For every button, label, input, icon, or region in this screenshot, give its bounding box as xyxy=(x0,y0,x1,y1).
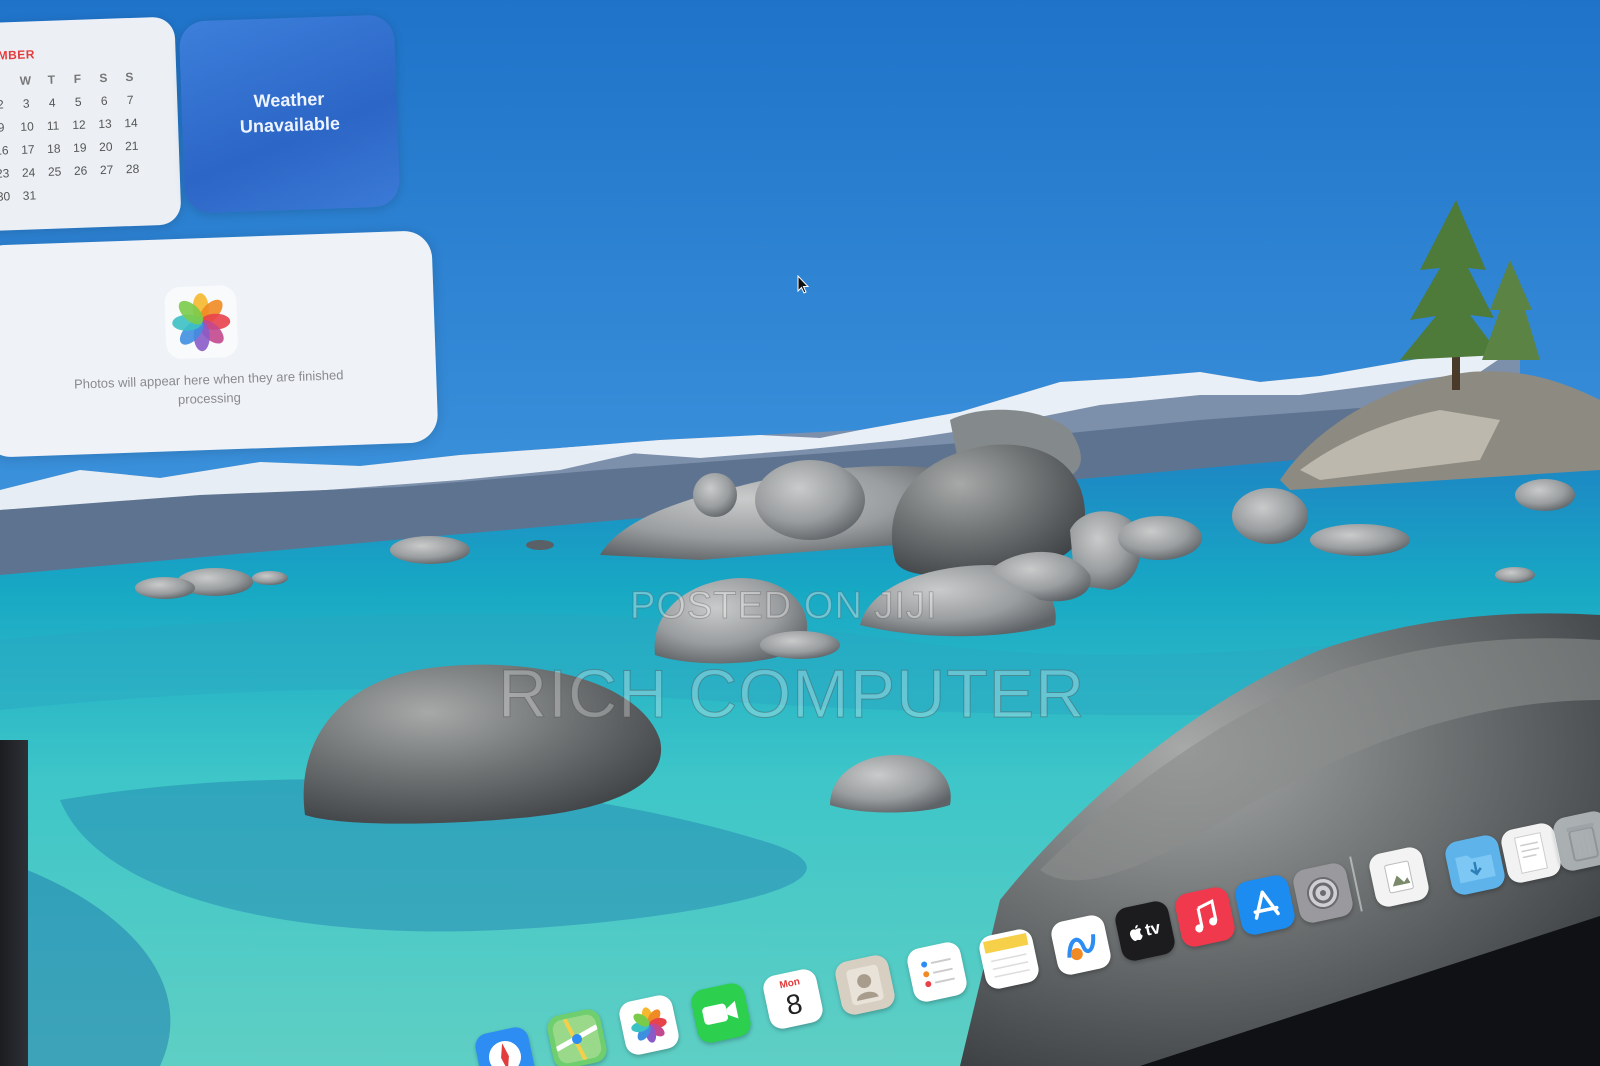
laptop-bezel-left xyxy=(0,740,28,1066)
photos-empty-message: Photos will appear here when they are fi… xyxy=(73,367,344,408)
calendar-grid: W T F S S 2 3 4 5 6 7 9 10 11 12 13 14 1… xyxy=(0,68,147,206)
photos-app-icon xyxy=(164,285,238,359)
calendar-day: 12 xyxy=(72,117,86,133)
calendar-weekday: S xyxy=(125,69,134,85)
apple-tv-label: tv xyxy=(1143,917,1163,940)
calendar-day: 21 xyxy=(124,138,139,154)
calendar-day: 30 xyxy=(0,189,11,204)
calendar-day: 4 xyxy=(48,95,56,110)
weather-widget[interactable]: Weather Unavailable xyxy=(178,14,401,214)
watermark-line1: POSTED ON JIJI xyxy=(629,585,938,628)
photos-icon[interactable] xyxy=(616,992,682,1058)
photos-widget[interactable]: Photos will appear here when they are fi… xyxy=(0,230,439,458)
calendar-day: 10 xyxy=(20,119,34,134)
calendar-day: 2 xyxy=(0,97,4,112)
weather-status: Weather Unavailable xyxy=(181,84,398,141)
music-icon[interactable] xyxy=(1172,884,1238,950)
calendar-widget[interactable]: MBER W T F S S 2 3 4 5 6 7 9 10 11 12 13… xyxy=(0,16,182,232)
system-settings-icon[interactable] xyxy=(1290,860,1356,926)
maps-icon[interactable] xyxy=(544,1006,610,1066)
reminders-icon[interactable] xyxy=(904,939,970,1005)
downloads-folder-icon[interactable] xyxy=(1442,832,1508,898)
calendar-day: 9 xyxy=(0,120,5,135)
calendar-day: 16 xyxy=(0,143,9,158)
calendar-icon[interactable]: Mon 8 xyxy=(760,966,826,1032)
watermark-line2: RICH COMPUTER xyxy=(497,656,1086,733)
apple-tv-icon[interactable]: tv xyxy=(1112,898,1178,964)
calendar-day: 26 xyxy=(73,163,88,179)
calendar-icon-date: 8 xyxy=(783,987,805,1022)
notes-icon[interactable] xyxy=(976,926,1042,992)
desktop: MBER W T F S S 2 3 4 5 6 7 9 10 11 12 13… xyxy=(0,0,1600,1066)
app-store-icon[interactable] xyxy=(1232,872,1298,938)
calendar-weekday: W xyxy=(19,73,32,88)
calendar-month-label: MBER xyxy=(0,47,36,63)
calendar-day: 27 xyxy=(99,162,114,178)
calendar-day: 20 xyxy=(98,139,113,155)
calendar-weekday: T xyxy=(47,72,56,87)
calendar-day: 28 xyxy=(125,161,140,177)
calendar-day: 23 xyxy=(0,166,10,181)
calendar-day: 13 xyxy=(98,116,112,132)
calendar-day: 18 xyxy=(46,141,61,156)
preview-icon[interactable] xyxy=(1366,844,1432,910)
contacts-icon[interactable] xyxy=(832,952,898,1018)
calendar-day: 25 xyxy=(47,164,62,179)
calendar-day: 6 xyxy=(100,93,108,109)
calendar-day: 5 xyxy=(74,94,82,109)
apple-logo-icon xyxy=(1130,924,1144,941)
calendar-day: 7 xyxy=(126,92,134,108)
calendar-day: 17 xyxy=(20,142,35,157)
calendar-day: 24 xyxy=(21,165,36,180)
weather-status-line2: Unavailable xyxy=(239,113,341,137)
calendar-day: 19 xyxy=(72,140,87,156)
calendar-day: 14 xyxy=(124,115,138,131)
freeform-icon[interactable] xyxy=(1048,912,1114,978)
facetime-icon[interactable] xyxy=(688,980,754,1046)
calendar-day: 3 xyxy=(22,96,30,111)
calendar-day: 11 xyxy=(46,118,60,133)
calendar-weekday: F xyxy=(73,71,82,86)
mouse-cursor-icon xyxy=(797,275,810,294)
calendar-day: 31 xyxy=(22,188,37,203)
calendar-weekday: S xyxy=(99,70,108,86)
